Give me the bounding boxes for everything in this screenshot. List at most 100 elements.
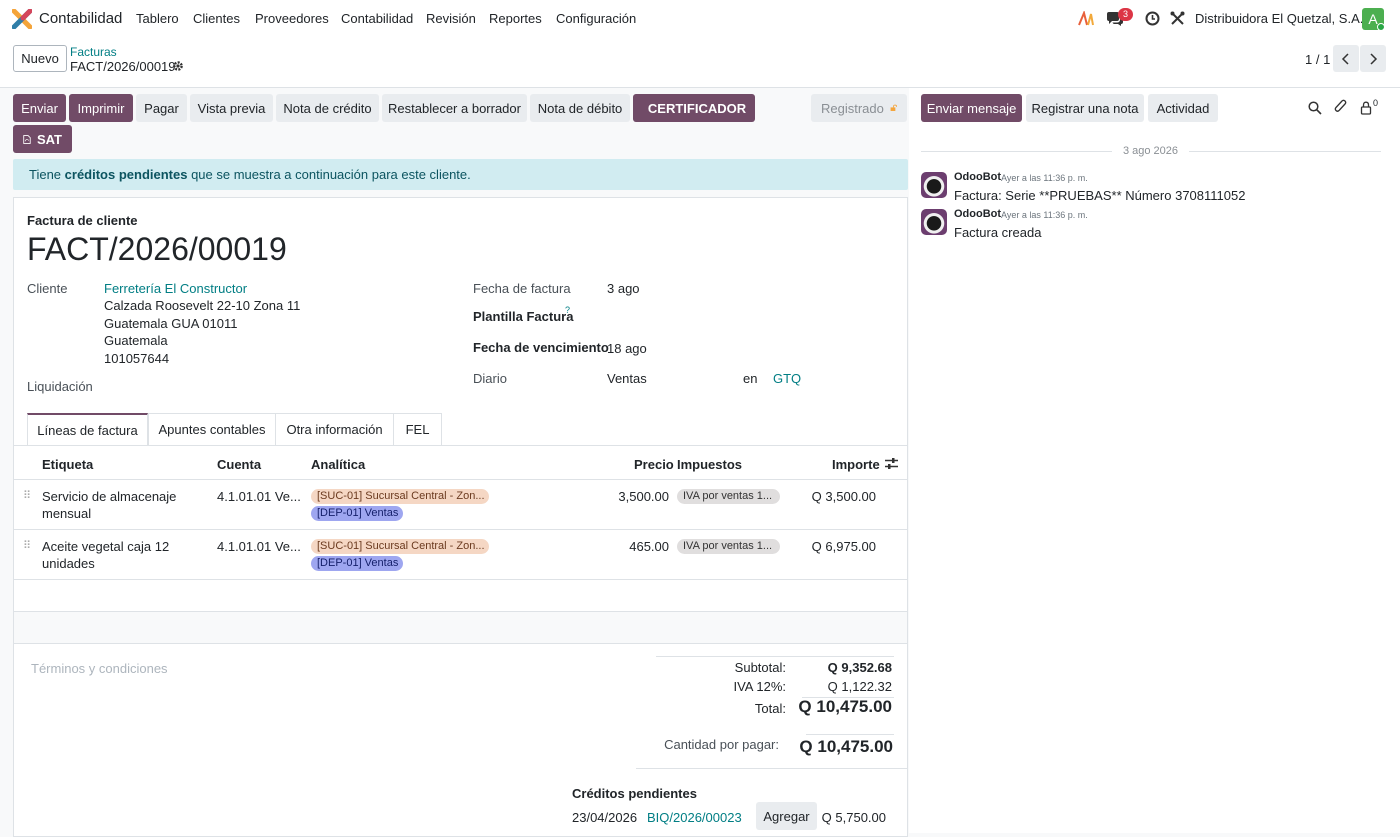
pdf-file-icon bbox=[23, 134, 31, 144]
new-button[interactable]: Nuevo bbox=[13, 45, 67, 72]
amount-due-value: Q 10,475.00 bbox=[799, 737, 893, 756]
send-button[interactable]: Enviar bbox=[13, 94, 66, 122]
sat-label: SAT bbox=[36, 131, 62, 147]
due-divider bbox=[806, 734, 894, 735]
column-account-header[interactable]: Cuenta bbox=[217, 457, 261, 472]
odoobot-avatar[interactable] bbox=[921, 209, 947, 235]
odoobot-avatar[interactable] bbox=[921, 172, 947, 198]
amount-due-label: Cantidad por pagar: bbox=[664, 737, 779, 752]
credit-reference-link[interactable]: BIQ/2026/00023 bbox=[647, 810, 742, 825]
breadcrumb-current: FACT/2026/00019 bbox=[70, 59, 176, 74]
currency-field[interactable]: GTQ bbox=[773, 371, 801, 386]
user-status-dot bbox=[1377, 23, 1385, 31]
pay-button[interactable]: Pagar bbox=[136, 94, 187, 122]
column-price-header[interactable]: Precio bbox=[634, 457, 674, 472]
currency-prefix: en bbox=[743, 371, 758, 386]
pager-next[interactable] bbox=[1360, 45, 1386, 72]
menu-revision[interactable]: Revisión bbox=[426, 11, 476, 26]
menu-contabilidad[interactable]: Contabilidad bbox=[341, 11, 413, 26]
analytic-tag-branch[interactable]: [SUC-01] Sucursal Central - Zon... bbox=[311, 489, 489, 504]
line-amount: Q 6,975.00 bbox=[811, 539, 876, 554]
line-account[interactable]: 4.1.01.01 Ve... bbox=[217, 489, 301, 504]
table-row[interactable] bbox=[14, 530, 907, 579]
line-price[interactable]: 465.00 bbox=[590, 539, 669, 554]
drag-handle-icon[interactable]: ⠿ bbox=[23, 489, 31, 502]
analytic-tag-department[interactable]: [DEP-01] Ventas bbox=[311, 506, 403, 521]
menu-clientes[interactable]: Clientes bbox=[193, 11, 240, 26]
pending-credits-title: Créditos pendientes bbox=[572, 786, 697, 801]
invoice-date-field[interactable]: 3 ago bbox=[607, 281, 640, 296]
app-logo-icon[interactable] bbox=[12, 9, 32, 29]
table-row[interactable] bbox=[14, 480, 907, 529]
credit-date: 23/04/2026 bbox=[572, 810, 638, 825]
invoice-type-label: Factura de cliente bbox=[27, 213, 138, 228]
total-value: Q 10,475.00 bbox=[798, 697, 892, 716]
tools-icon[interactable] bbox=[1170, 11, 1185, 26]
column-taxes-header[interactable]: Impuestos bbox=[677, 457, 742, 472]
optional-columns-icon[interactable] bbox=[885, 457, 898, 470]
template-help-icon[interactable]: ? bbox=[565, 305, 570, 315]
log-note-button[interactable]: Registrar una nota bbox=[1026, 94, 1144, 122]
preview-button[interactable]: Vista previa bbox=[190, 94, 273, 122]
status-registered[interactable]: Registrado bbox=[811, 94, 907, 122]
message-author[interactable]: OdooBot bbox=[954, 171, 1001, 183]
column-analytic-header[interactable]: Analítica bbox=[311, 457, 365, 472]
column-amount-header[interactable]: Importe bbox=[832, 457, 880, 472]
sat-button[interactable]: SAT bbox=[13, 125, 72, 153]
menu-configuracion[interactable]: Configuración bbox=[556, 11, 636, 26]
line-account[interactable]: 4.1.01.01 Ve... bbox=[217, 539, 301, 554]
follower-lock-icon[interactable] bbox=[1360, 101, 1372, 115]
total-label: Total: bbox=[754, 701, 786, 716]
ai-assistant-icon[interactable] bbox=[1078, 11, 1094, 27]
line-price[interactable]: 3,500.00 bbox=[590, 489, 669, 504]
company-switcher[interactable]: Distribuidora El Quetzal, S.A. bbox=[1195, 11, 1363, 26]
journal-field[interactable]: Ventas bbox=[607, 371, 647, 386]
breadcrumb-facturas[interactable]: Facturas bbox=[70, 45, 117, 59]
top-navbar: Contabilidad Tablero Clientes Proveedore… bbox=[0, 0, 1400, 38]
column-label-header[interactable]: Etiqueta bbox=[42, 457, 93, 472]
line-label-cont: mensual bbox=[42, 506, 92, 521]
debit-note-button[interactable]: Nota de débito bbox=[530, 94, 630, 122]
credit-note-button[interactable]: Nota de crédito bbox=[276, 94, 379, 122]
line-label[interactable]: Servicio de almacenaje bbox=[42, 489, 176, 504]
paperclip-icon[interactable] bbox=[1334, 99, 1348, 115]
customer-name-link[interactable]: Ferretería El Constructor bbox=[104, 281, 247, 296]
gear-icon[interactable] bbox=[172, 60, 184, 72]
due-date-field[interactable]: 18 ago bbox=[607, 341, 647, 356]
control-panel: Nuevo Facturas FACT/2026/00019 1 / 1 bbox=[0, 38, 1400, 88]
tab-other-info[interactable]: Otra información bbox=[276, 413, 394, 445]
messages-badge: 3 bbox=[1118, 8, 1133, 21]
date-separator: 3 ago 2026 bbox=[1122, 145, 1179, 157]
add-credit-button[interactable]: Agregar bbox=[756, 802, 817, 830]
tab-journal-items[interactable]: Apuntes contables bbox=[148, 413, 276, 445]
analytic-tag-department[interactable]: [DEP-01] Ventas bbox=[311, 556, 403, 571]
pager-previous[interactable] bbox=[1333, 45, 1359, 72]
print-button[interactable]: Imprimir bbox=[69, 94, 133, 122]
menu-reportes[interactable]: Reportes bbox=[489, 11, 542, 26]
analytic-tag-branch[interactable]: [SUC-01] Sucursal Central - Zon... bbox=[311, 539, 489, 554]
tax-tag[interactable]: IVA por ventas 1... bbox=[677, 489, 780, 504]
message-body: Factura creada bbox=[954, 225, 1042, 240]
search-icon[interactable] bbox=[1308, 101, 1322, 115]
line-label[interactable]: Aceite vegetal caja 12 bbox=[42, 539, 169, 554]
terms-input[interactable]: Términos y condiciones bbox=[31, 661, 168, 676]
menu-tablero[interactable]: Tablero bbox=[136, 11, 179, 26]
row-divider bbox=[14, 643, 907, 644]
reset-to-draft-button[interactable]: Restablecer a borrador bbox=[382, 94, 527, 122]
app-name[interactable]: Contabilidad bbox=[39, 10, 122, 27]
tab-fel[interactable]: FEL bbox=[394, 413, 442, 445]
activity-button[interactable]: Actividad bbox=[1148, 94, 1218, 122]
send-message-button[interactable]: Enviar mensaje bbox=[921, 94, 1022, 122]
tax-tag[interactable]: IVA por ventas 1... bbox=[677, 539, 780, 554]
menu-proveedores[interactable]: Proveedores bbox=[255, 11, 329, 26]
chevron-right-icon bbox=[1370, 52, 1378, 65]
activity-clock-icon[interactable] bbox=[1145, 11, 1160, 26]
customer-tax-id: 101057644 bbox=[104, 351, 170, 366]
chevron-left-icon bbox=[1341, 52, 1349, 65]
drag-handle-icon[interactable]: ⠿ bbox=[23, 539, 31, 552]
message-author[interactable]: OdooBot bbox=[954, 208, 1001, 220]
add-line-row[interactable] bbox=[14, 580, 907, 611]
tab-invoice-lines[interactable]: Líneas de factura bbox=[27, 413, 148, 446]
pager-value[interactable]: 1 / 1 bbox=[1305, 52, 1330, 67]
certificador-button[interactable]: CERTIFICADOR bbox=[633, 94, 755, 122]
